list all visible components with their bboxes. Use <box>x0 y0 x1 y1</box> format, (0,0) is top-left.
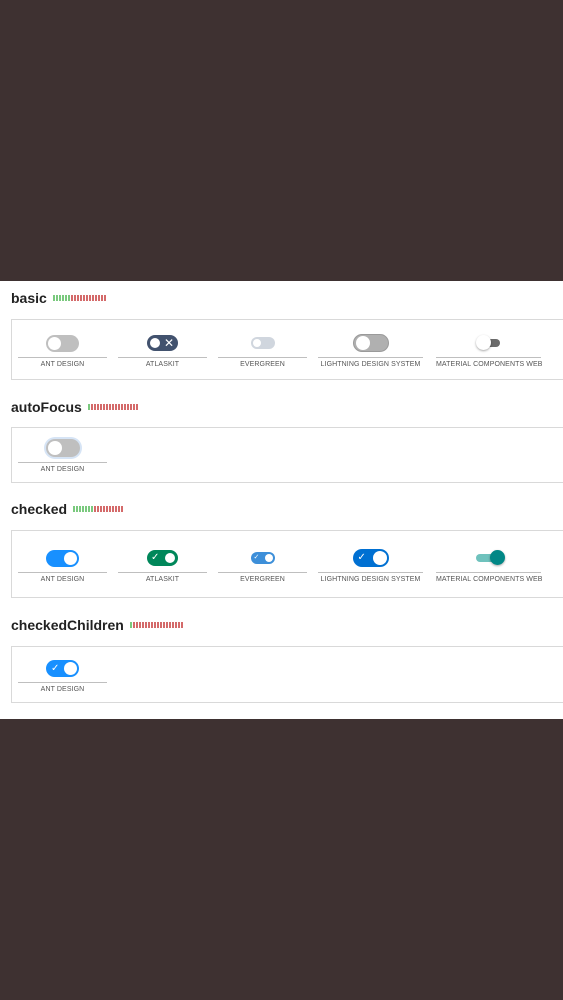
cell-atlaskit: ✓ ATLASKIT <box>118 547 207 583</box>
library-label: ATLASKIT <box>145 576 180 583</box>
cell-material: MATERIAL COMPONENTS WEB <box>436 332 543 368</box>
library-label: LIGHTNING DESIGN SYSTEM <box>320 361 421 368</box>
score-bar <box>129 622 183 628</box>
component-comparison-sheet: basic ANT DESIGN ✕ ATLASKIT EVERGREEN LI… <box>0 281 563 719</box>
library-label: ANT DESIGN <box>40 466 85 473</box>
section-title-basic: basic <box>11 290 106 306</box>
cell-ant-design: ANT DESIGN <box>18 332 107 368</box>
ant-switch-focused[interactable] <box>45 439 80 457</box>
cell-evergreen: ✓ EVERGREEN <box>218 547 307 583</box>
library-label: MATERIAL COMPONENTS WEB <box>436 576 543 583</box>
ant-switch-children-on[interactable]: ✓ <box>46 659 79 677</box>
lightning-switch-on[interactable]: ✓ <box>352 549 389 567</box>
atlaskit-switch-off[interactable]: ✕ <box>147 335 178 351</box>
library-label: ANT DESIGN <box>40 361 85 368</box>
check-icon: ✓ <box>253 554 260 561</box>
cell-ant-design: ANT DESIGN <box>18 437 107 473</box>
library-label: MATERIAL COMPONENTS WEB <box>436 361 543 368</box>
cell-lightning: ✓ LIGHTNING DESIGN SYSTEM <box>318 547 423 583</box>
score-bar <box>73 506 124 512</box>
score-bar <box>52 295 106 301</box>
cell-evergreen: EVERGREEN <box>218 332 307 368</box>
cell-atlaskit: ✕ ATLASKIT <box>118 332 207 368</box>
library-label: EVERGREEN <box>240 361 285 368</box>
evergreen-switch-off[interactable] <box>250 337 275 349</box>
section-title-autofocus: autoFocus <box>11 399 138 415</box>
library-label: ATLASKIT <box>145 361 180 368</box>
ant-switch-off[interactable] <box>46 334 79 352</box>
library-label: EVERGREEN <box>240 576 285 583</box>
cell-lightning: LIGHTNING DESIGN SYSTEM <box>318 332 423 368</box>
cell-material: MATERIAL COMPONENTS WEB <box>436 547 543 583</box>
library-label: ANT DESIGN <box>40 686 85 693</box>
section-box-checked: ANT DESIGN ✓ ATLASKIT ✓ EVERGREEN ✓ LIGH… <box>11 530 563 598</box>
check-icon: ✓ <box>51 662 60 674</box>
section-title-text: checked <box>11 501 68 517</box>
atlaskit-switch-on[interactable]: ✓ <box>147 550 178 566</box>
ant-switch-on[interactable] <box>46 549 79 567</box>
evergreen-switch-on[interactable]: ✓ <box>250 552 275 564</box>
cell-ant-design: ANT DESIGN <box>18 547 107 583</box>
section-title-checkedchildren: checkedChildren <box>11 617 183 633</box>
x-icon: ✕ <box>163 336 174 350</box>
section-box-basic: ANT DESIGN ✕ ATLASKIT EVERGREEN LIGHTNIN… <box>11 319 563 380</box>
library-label: LIGHTNING DESIGN SYSTEM <box>320 576 421 583</box>
score-bar <box>87 404 138 410</box>
section-title-text: autoFocus <box>11 399 82 415</box>
library-label: ANT DESIGN <box>40 576 85 583</box>
section-box-autofocus: ANT DESIGN <box>11 427 563 483</box>
material-switch-off[interactable] <box>475 335 502 350</box>
section-title-text: checkedChildren <box>11 617 124 633</box>
section-box-checkedchildren: ✓ ANT DESIGN <box>11 646 563 703</box>
section-title-checked: checked <box>11 501 124 517</box>
cell-ant-design: ✓ ANT DESIGN <box>18 657 107 693</box>
check-icon: ✓ <box>151 552 160 563</box>
material-switch-on[interactable] <box>475 550 505 565</box>
check-icon: ✓ <box>357 552 366 563</box>
section-title-text: basic <box>11 290 47 306</box>
lightning-switch-off[interactable] <box>352 334 389 352</box>
